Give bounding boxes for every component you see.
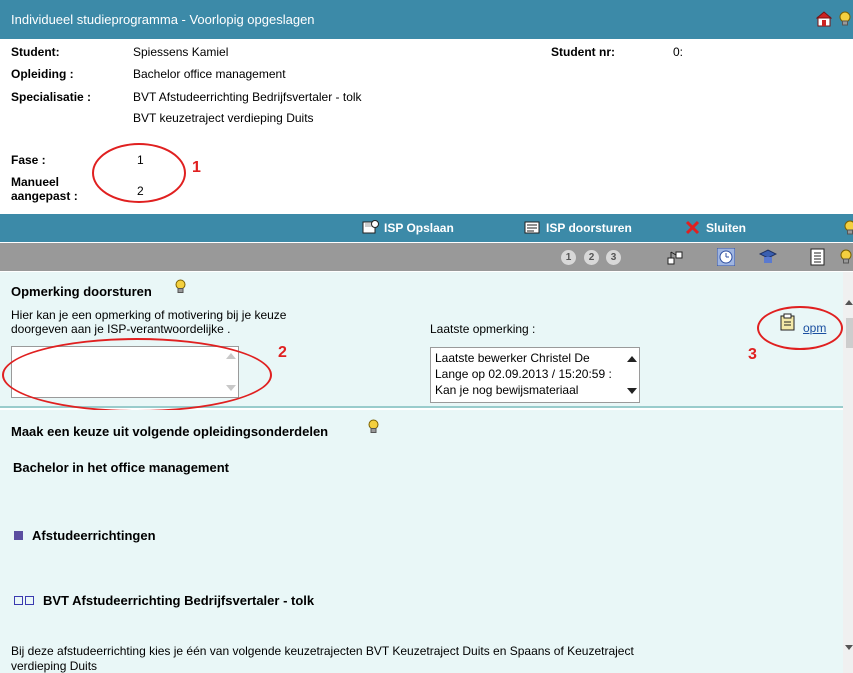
- lightbulb-icon[interactable]: [368, 419, 379, 434]
- scroll-up-icon[interactable]: [845, 300, 853, 305]
- section-title: Afstudeerrichtingen: [32, 528, 156, 543]
- forward-icon: [524, 221, 540, 234]
- keuze-panel: Maak een keuze uit volgende opleidingson…: [0, 410, 843, 673]
- option-title: BVT Afstudeerrichting Bedrijfsvertaler -…: [43, 593, 315, 608]
- specialisatie-value-2: BVT keuzetraject verdieping Duits: [133, 111, 314, 125]
- last-remark-box[interactable]: Laatste bewerker Christel De Lange op 02…: [430, 347, 640, 403]
- isp-forward-label: ISP doorsturen: [546, 220, 632, 235]
- last-remark-line-1: Laatste bewerker Christel De: [435, 351, 590, 365]
- student-nr-value: 0:: [673, 45, 684, 59]
- option-checkbox-icon[interactable]: [25, 596, 34, 605]
- close-icon: [685, 220, 700, 235]
- student-nr-label: Student nr:: [551, 45, 615, 59]
- annotation-ellipse-2: [2, 338, 272, 412]
- list-icon[interactable]: [809, 248, 827, 266]
- specialisatie-label: Specialisatie :: [11, 90, 92, 104]
- program-title: Bachelor in het office management: [13, 460, 229, 475]
- keuze-title: Maak een keuze uit volgende opleidingson…: [11, 424, 329, 439]
- annotation-ellipse-3: [757, 306, 843, 350]
- lightbulb-icon[interactable]: [175, 279, 186, 294]
- page-scrollbar-thumb[interactable]: [846, 318, 853, 348]
- isp-forward-button[interactable]: ISP doorsturen: [524, 220, 632, 235]
- isp-save-button[interactable]: ISP Opslaan: [362, 220, 454, 235]
- manueel-label-1: Manueel: [11, 175, 60, 189]
- tree-icon[interactable]: [666, 248, 684, 266]
- opleiding-value: Bachelor office management: [133, 67, 286, 81]
- opleiding-label: Opleiding :: [11, 67, 74, 81]
- opmerking-help-1: Hier kan je een opmerking of motivering …: [11, 308, 287, 322]
- scroll-up-icon[interactable]: [627, 356, 637, 362]
- option-description-2: verdieping Duits: [11, 659, 98, 673]
- close-label: Sluiten: [706, 220, 747, 235]
- step-2[interactable]: 2: [584, 250, 599, 265]
- graduation-cap-icon[interactable]: [759, 248, 777, 266]
- manueel-label-2: aangepast :: [11, 189, 78, 203]
- close-button[interactable]: Sluiten: [684, 220, 746, 235]
- option-description-1: Bij deze afstudeerrichting kies je één v…: [11, 644, 634, 658]
- scroll-down-icon[interactable]: [627, 388, 637, 394]
- opmerking-title: Opmerking doorsturen: [11, 284, 152, 299]
- annotation-ellipse-1: [92, 143, 186, 203]
- clock-icon[interactable]: [717, 248, 735, 266]
- last-remark-label: Laatste opmerking :: [430, 322, 536, 336]
- last-remark-scrollbar[interactable]: [623, 348, 639, 402]
- specialisatie-value-1: BVT Afstudeerrichting Bedrijfsvertaler -…: [133, 90, 362, 104]
- step-1[interactable]: 1: [561, 250, 576, 265]
- opmerking-help-2: doorgeven aan je ISP-verantwoordelijke .: [11, 322, 231, 336]
- scroll-down-icon[interactable]: [845, 645, 853, 650]
- annotation-number-1: 1: [192, 159, 201, 176]
- student-label: Student:: [11, 45, 60, 59]
- home-icon[interactable]: [816, 11, 832, 27]
- annotation-number-3: 3: [748, 346, 757, 363]
- step-toolbar: 1 2 3: [0, 243, 853, 271]
- last-remark-line-3: Kan je nog bewijsmateriaal: [435, 383, 579, 397]
- step-3[interactable]: 3: [606, 250, 621, 265]
- isp-save-label: ISP Opslaan: [384, 220, 454, 235]
- title-bar: Individueel studieprogramma - Voorlopig …: [0, 0, 853, 39]
- annotation-number-2: 2: [278, 344, 287, 361]
- action-bar: ISP Opslaan ISP doorsturen Sluiten: [0, 214, 853, 242]
- lightbulb-icon[interactable]: [837, 11, 853, 27]
- fase-label: Fase :: [11, 153, 46, 167]
- save-icon: [362, 220, 379, 234]
- section-square-icon: [14, 531, 23, 540]
- lightbulb-icon[interactable]: [843, 219, 853, 237]
- option-checkbox-icon[interactable]: [14, 596, 23, 605]
- last-remark-line-2: Lange op 02.09.2013 / 15:20:59 :: [435, 367, 612, 381]
- page-title: Individueel studieprogramma - Voorlopig …: [11, 12, 315, 27]
- lightbulb-icon[interactable]: [839, 248, 853, 266]
- student-value: Spiessens Kamiel: [133, 45, 229, 59]
